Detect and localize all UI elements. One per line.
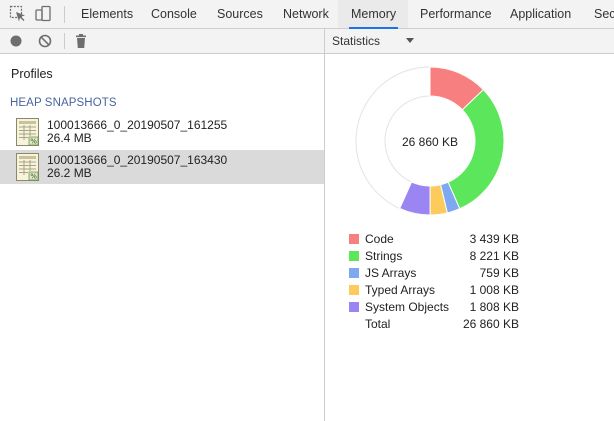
svg-text:%: %: [30, 173, 37, 181]
legend-row-typed-arrays: Typed Arrays 1 008 KB: [349, 282, 549, 299]
legend-row-code: Code 3 439 KB: [349, 231, 549, 248]
legend-value: 26 860 KB: [462, 317, 519, 331]
snapshot-name: 100013666_0_20190507_161255: [47, 118, 228, 132]
legend-value: 759 KB: [479, 266, 519, 280]
toolbar-separator: [64, 33, 65, 49]
legend-label: System Objects: [365, 300, 450, 314]
chevron-down-icon: [406, 38, 414, 43]
snapshot-item-selected[interactable]: % 100013666_0_20190507_163430 26.2 MB: [0, 150, 324, 184]
snapshot-size: 26.2 MB: [47, 166, 92, 180]
snapshot-name: 100013666_0_20190507_163430: [47, 153, 228, 167]
tab-sources[interactable]: Sources: [217, 0, 263, 28]
snapshot-size: 26.4 MB: [47, 131, 92, 145]
legend-value: 1 808 KB: [469, 300, 519, 314]
legend-value: 3 439 KB: [469, 232, 519, 246]
donut-slice-strings: [447, 88, 505, 210]
legend-swatch: [349, 268, 359, 278]
legend-value: 1 008 KB: [469, 283, 519, 297]
tab-memory[interactable]: Memory: [348, 0, 399, 29]
legend-swatch: [349, 302, 359, 312]
donut-total-label: 26 860 KB: [401, 135, 459, 149]
profiles-sidebar: Profiles HEAP SNAPSHOTS % 100013666_0_20…: [0, 54, 325, 421]
memory-toolbar: Statistics: [0, 29, 614, 54]
legend-label: Code: [365, 232, 394, 246]
tab-performance[interactable]: Performance: [420, 0, 492, 28]
legend-label: Total: [365, 317, 391, 331]
legend-swatch: [349, 285, 359, 295]
profiles-toolbar: [0, 29, 325, 53]
tab-console[interactable]: Console: [151, 0, 197, 28]
legend-label: Typed Arrays: [365, 283, 436, 297]
clear-icon[interactable]: [37, 33, 53, 49]
profiles-heading: Profiles: [11, 67, 53, 81]
heap-snapshots-heading: HEAP SNAPSHOTS: [10, 97, 117, 109]
heap-snapshot-icon: %: [16, 118, 39, 146]
heap-snapshot-icon: %: [16, 153, 39, 181]
legend-swatch: [349, 234, 359, 244]
record-icon[interactable]: [8, 33, 24, 49]
legend-row-system-objects: System Objects 1 808 KB: [349, 299, 549, 316]
tab-elements[interactable]: Elements: [81, 0, 133, 28]
snapshot-item[interactable]: % 100013666_0_20190507_161255 26.4 MB: [0, 115, 324, 149]
tab-security[interactable]: Sec: [594, 0, 614, 28]
device-toolbar-icon[interactable]: [34, 5, 52, 23]
legend-label: JS Arrays: [365, 266, 417, 280]
inspect-element-icon[interactable]: [9, 5, 27, 23]
legend-value: 8 221 KB: [469, 249, 519, 263]
view-select-label: Statistics: [332, 34, 381, 48]
svg-text:%: %: [30, 138, 37, 146]
legend-row-total: Total 26 860 KB: [349, 316, 549, 333]
panel-divider: [324, 29, 325, 53]
toolbar-separator: [64, 6, 65, 23]
statistics-view: 26 860 KB Code 3 439 KB Strings 8 221 KB…: [325, 54, 614, 421]
legend-row-js-arrays: JS Arrays 759 KB: [349, 265, 549, 282]
view-select-dropdown[interactable]: Statistics: [332, 29, 422, 53]
tab-network[interactable]: Network: [283, 0, 329, 28]
tab-application[interactable]: Application: [510, 0, 571, 28]
devtools-tab-bar: Elements Console Sources Network Memory …: [0, 0, 614, 29]
legend-label: Strings: [365, 249, 403, 263]
statistics-legend: Code 3 439 KB Strings 8 221 KB JS Arrays…: [349, 231, 549, 333]
collect-garbage-icon[interactable]: [73, 33, 89, 49]
legend-row-strings: Strings 8 221 KB: [349, 248, 549, 265]
legend-swatch: [349, 251, 359, 261]
